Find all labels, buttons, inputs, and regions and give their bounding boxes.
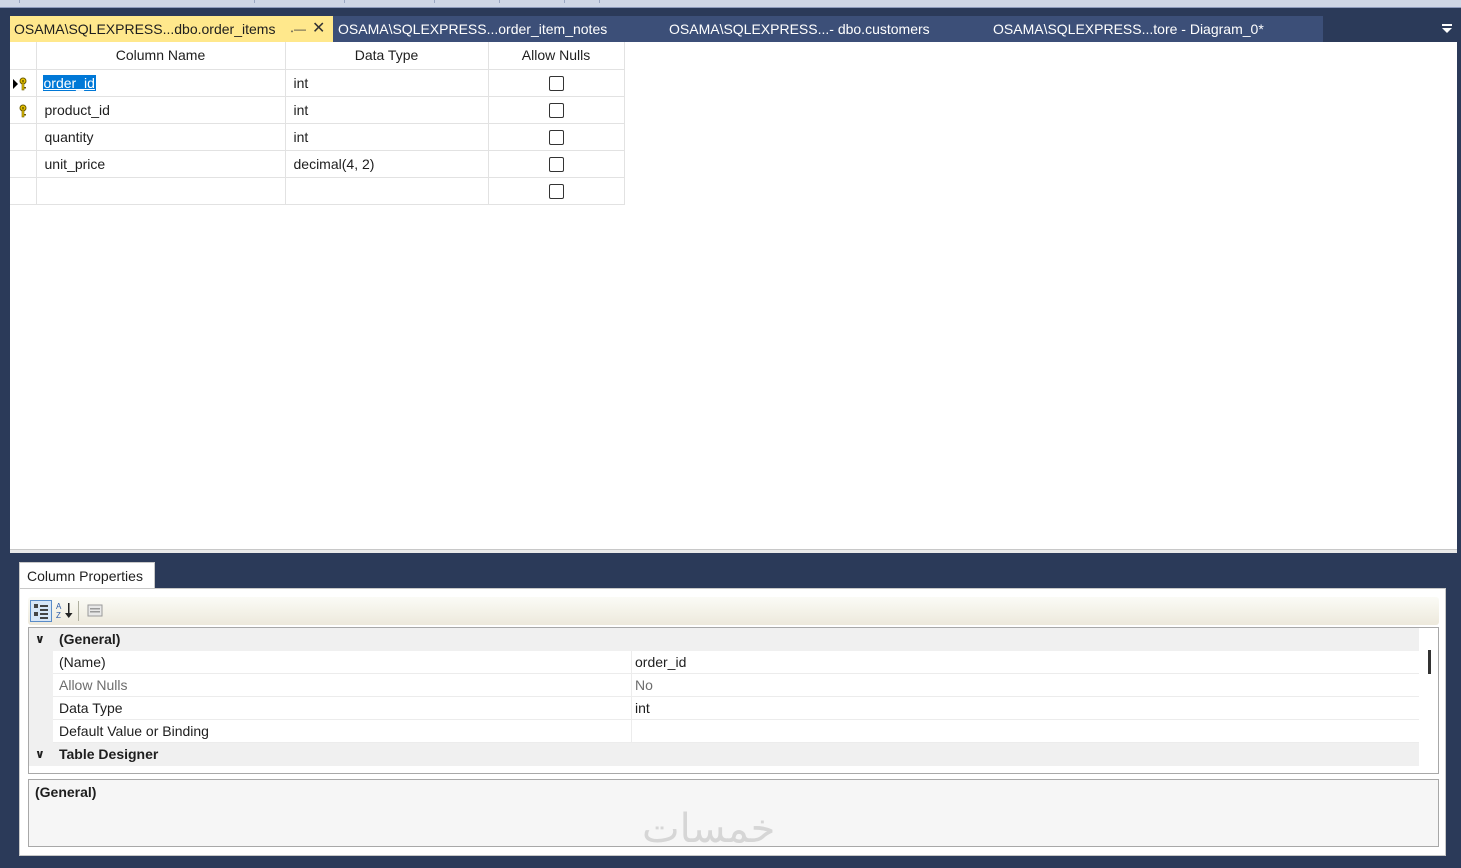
allow-nulls-cell[interactable]: [488, 69, 625, 97]
allow-nulls-checkbox[interactable]: [548, 156, 564, 172]
table-row[interactable]: unit_price decimal(4, 2): [10, 150, 625, 178]
category-general[interactable]: ∨ (General): [29, 628, 1419, 651]
tab-label: OSAMA\SQLEXPRESS...tore - Diagram_0*: [993, 21, 1264, 37]
column-name-cell[interactable]: order_id: [36, 69, 286, 97]
row-selector[interactable]: [10, 150, 37, 178]
property-name: Default Value or Binding: [59, 723, 209, 739]
close-icon[interactable]: ✕: [312, 16, 325, 42]
property-name: Allow Nulls: [59, 677, 128, 693]
scrollbar-thumb[interactable]: [1428, 650, 1431, 674]
category-label: Table Designer: [59, 746, 159, 762]
property-grid-scrollbar[interactable]: [1426, 628, 1438, 773]
document-tab-strip: OSAMA\SQLEXPRESS...dbo.order_items ˔― ✕ …: [10, 16, 1323, 42]
allow-nulls-checkbox[interactable]: [548, 102, 564, 118]
allow-nulls-cell[interactable]: [488, 96, 625, 124]
property-name: (Name): [59, 654, 106, 670]
property-value[interactable]: [632, 723, 635, 739]
svg-text:A: A: [56, 602, 62, 611]
property-name: Data Type: [59, 700, 123, 716]
tab-order-item-notes[interactable]: OSAMA\SQLEXPRESS...order_item_notes: [334, 16, 654, 42]
data-type-cell[interactable]: [285, 177, 489, 205]
column-name-cell[interactable]: product_id: [36, 96, 286, 124]
category-table-designer[interactable]: ∨ Table Designer: [29, 743, 1419, 766]
column-name-cell[interactable]: [36, 177, 286, 205]
allow-nulls-checkbox[interactable]: [548, 183, 564, 199]
collapse-chevron-icon[interactable]: ∨: [35, 628, 45, 651]
table-row[interactable]: quantity int: [10, 123, 625, 151]
row-selector[interactable]: [10, 96, 37, 124]
property-grid: ∨ (General) (Name) order_id Allow Nulls …: [28, 627, 1439, 774]
table-row[interactable]: product_id int: [10, 96, 625, 124]
allow-nulls-checkbox[interactable]: [548, 129, 564, 145]
pane-splitter[interactable]: [10, 549, 1457, 553]
row-selector[interactable]: [10, 69, 37, 97]
svg-text:Z: Z: [56, 611, 61, 620]
properties-toolbar: A Z: [28, 597, 1439, 625]
property-pages-icon[interactable]: [84, 600, 106, 622]
tab-overflow-dropdown-icon[interactable]: [1440, 20, 1454, 34]
data-type-cell[interactable]: decimal(4, 2): [285, 150, 489, 178]
tab-customers[interactable]: OSAMA\SQLEXPRESS...- dbo.customers: [665, 16, 985, 42]
category-label: (General): [59, 631, 121, 647]
column-name-cell[interactable]: quantity: [36, 123, 286, 151]
tab-order-items[interactable]: OSAMA\SQLEXPRESS...dbo.order_items ˔― ✕: [10, 16, 333, 42]
row-selector[interactable]: [10, 123, 37, 151]
description-title: (General): [35, 784, 97, 800]
primary-key-icon: [19, 104, 27, 117]
tab-diagram[interactable]: OSAMA\SQLEXPRESS...tore - Diagram_0*: [989, 16, 1319, 42]
allow-nulls-checkbox[interactable]: [548, 75, 564, 91]
allow-nulls-cell[interactable]: [488, 177, 625, 205]
row-header-corner: [10, 42, 37, 70]
tab-label: OSAMA\SQLEXPRESS...order_item_notes: [338, 21, 608, 37]
data-type-cell[interactable]: int: [285, 123, 489, 151]
property-row-name[interactable]: (Name) order_id: [29, 651, 1419, 674]
allow-nulls-cell[interactable]: [488, 150, 625, 178]
table-row-new[interactable]: [10, 177, 625, 205]
property-value[interactable]: int: [632, 700, 650, 716]
property-value[interactable]: order_id: [632, 654, 686, 670]
pin-icon[interactable]: ˔―: [290, 16, 306, 42]
column-properties-tab[interactable]: Column Properties: [19, 562, 155, 589]
top-strip: [0, 0, 1461, 8]
collapse-chevron-icon[interactable]: ∨: [35, 743, 45, 766]
column-name-header: Column Name: [36, 42, 286, 70]
column-name-value[interactable]: order_id: [42, 74, 96, 91]
column-grid: Column Name Data Type Allow Nulls order_…: [10, 42, 625, 205]
property-row-allow-nulls[interactable]: Allow Nulls No: [29, 674, 1419, 697]
tab-label: OSAMA\SQLEXPRESS...dbo.order_items: [14, 21, 276, 37]
tab-label: OSAMA\SQLEXPRESS...- dbo.customers: [669, 21, 930, 37]
watermark-logo: خمسات: [642, 806, 776, 852]
data-type-header: Data Type: [285, 42, 489, 70]
allow-nulls-cell[interactable]: [488, 123, 625, 151]
data-type-cell[interactable]: int: [285, 96, 489, 124]
property-value[interactable]: No: [632, 677, 653, 693]
column-name-cell[interactable]: unit_price: [36, 150, 286, 178]
table-designer-pane: Column Name Data Type Allow Nulls order_…: [10, 42, 1457, 550]
data-type-cell[interactable]: int: [285, 69, 489, 97]
property-row-data-type[interactable]: Data Type int: [29, 697, 1419, 720]
row-selector[interactable]: [10, 177, 37, 205]
primary-key-icon: [19, 77, 27, 90]
table-row[interactable]: order_id int: [10, 69, 625, 97]
sort-alphabetical-icon[interactable]: A Z: [54, 600, 76, 622]
property-row-default-value[interactable]: Default Value or Binding: [29, 720, 1419, 743]
categorized-icon[interactable]: [30, 600, 52, 622]
allow-nulls-header: Allow Nulls: [488, 42, 625, 70]
